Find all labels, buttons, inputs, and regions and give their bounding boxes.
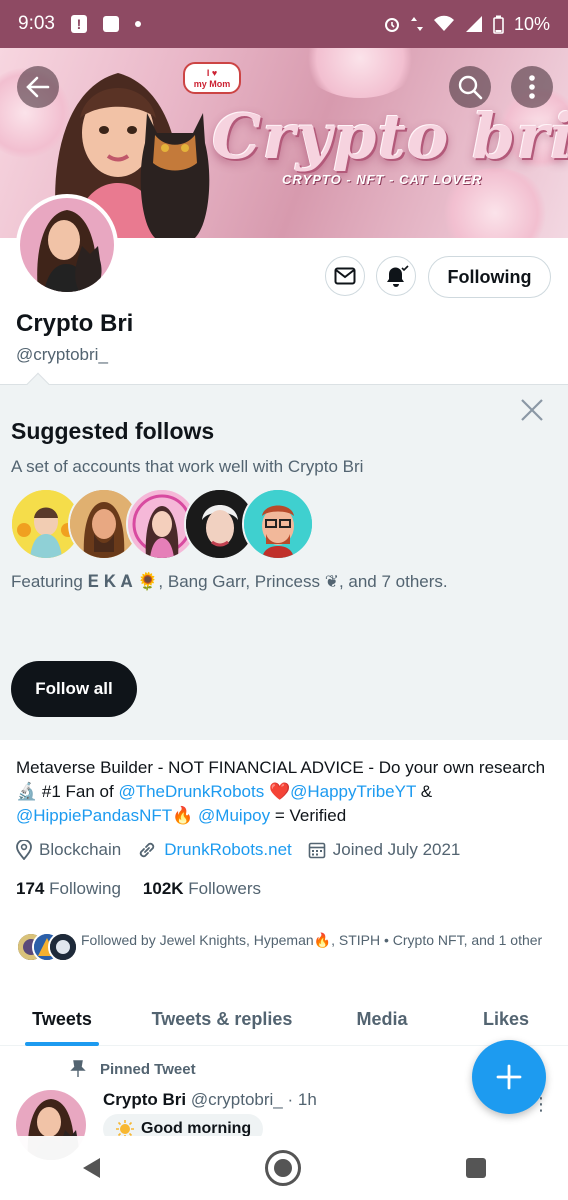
- suggested-avatars[interactable]: [10, 488, 314, 560]
- location-text: Blockchain: [39, 840, 122, 859]
- more-vertical-icon: [529, 75, 535, 99]
- calendar-icon: [308, 842, 326, 859]
- dot-icon: [134, 21, 141, 27]
- signal-icon: [465, 16, 482, 32]
- profile-bio: Metaverse Builder - NOT FINANCIAL ADVICE…: [16, 756, 552, 828]
- location-pin-icon: [16, 840, 32, 860]
- avatar-image: [20, 198, 114, 292]
- status-bar: 9:03 ! 10%: [0, 0, 568, 48]
- bio-mention[interactable]: @HappyTribeYT: [290, 782, 416, 801]
- bio-text: 🔥: [172, 806, 199, 825]
- link-icon: [140, 842, 155, 858]
- suggested-featuring: Featuring 𝐄 𝐊 𝐀 🌻, Bang Garr, Princess ❦…: [11, 572, 448, 591]
- tweet-handle-time: @cryptobri_ · 1h: [190, 1090, 317, 1109]
- profile-tabs: Tweets Tweets & replies Media Likes: [0, 992, 568, 1046]
- close-icon[interactable]: [518, 396, 546, 424]
- nav-home-icon[interactable]: [264, 1150, 301, 1186]
- followed-by-text: Followed by Jewel Knights, Hypeman🔥, STI…: [81, 932, 543, 948]
- follow-counts: 174 Following 102K Followers: [16, 879, 261, 899]
- bio-mention[interactable]: @HippiePandasNFT: [16, 806, 172, 825]
- arrow-left-icon: [26, 76, 50, 98]
- website-item[interactable]: DrunkRobots.net: [137, 840, 292, 860]
- bio-text: = Verified: [270, 806, 347, 825]
- alert-icon: !: [70, 15, 87, 33]
- suggested-description: A set of accounts that work well with Cr…: [11, 457, 364, 476]
- notifications-button[interactable]: [376, 256, 416, 296]
- bio-mention[interactable]: @Muipoy: [198, 806, 270, 825]
- nav-recents-icon[interactable]: [465, 1158, 486, 1178]
- followed-by-avatars: [16, 932, 78, 966]
- profile-handle: @cryptobri_: [16, 345, 108, 364]
- tab-tweets-replies[interactable]: Tweets & replies: [124, 992, 320, 1046]
- followed-by-row[interactable]: Followed by Jewel Knights, Hypeman🔥, STI…: [16, 930, 552, 966]
- data-arrows-icon: [410, 17, 423, 31]
- search-icon: [458, 75, 483, 100]
- profile-avatar[interactable]: [16, 194, 118, 296]
- joined-text: Joined July 2021: [332, 840, 461, 859]
- followers-count[interactable]: 102K Followers: [143, 879, 261, 899]
- profile-meta: Blockchain DrunkRobots.net Joined July 2…: [16, 840, 476, 860]
- suggested-title: Suggested follows: [11, 418, 215, 444]
- image-icon: [102, 16, 119, 32]
- bell-check-icon: [387, 265, 409, 287]
- tab-likes[interactable]: Likes: [444, 992, 568, 1046]
- joined-item: Joined July 2021: [308, 840, 461, 860]
- bio-mention[interactable]: @TheDrunkRobots: [118, 782, 264, 801]
- tab-active-indicator: [25, 1042, 99, 1046]
- bio-text: ❤️: [264, 782, 291, 801]
- website-link[interactable]: DrunkRobots.net: [164, 840, 292, 860]
- tab-tweets[interactable]: Tweets: [0, 992, 124, 1046]
- banner-subtitle: CRYPTO - NFT - CAT LOVER: [282, 172, 483, 187]
- battery-level: 10%: [513, 13, 550, 34]
- plus-icon: [496, 1064, 522, 1090]
- banner-speech-bubble: I ♥ my Mom: [183, 62, 241, 94]
- followed-by-avatar: [48, 932, 78, 962]
- status-time: 9:03: [18, 13, 55, 34]
- compose-tweet-button[interactable]: [472, 1040, 546, 1114]
- battery-icon: [493, 15, 504, 34]
- message-button[interactable]: [325, 256, 365, 296]
- mail-icon: [334, 267, 356, 285]
- following-count[interactable]: 174 Following: [16, 879, 121, 899]
- suggested-avatar[interactable]: [242, 488, 314, 560]
- tweet-author-name[interactable]: Crypto Bri: [103, 1090, 186, 1109]
- banner-cat: [140, 113, 210, 238]
- follow-all-button[interactable]: Follow all: [11, 661, 137, 717]
- following-button[interactable]: Following: [428, 256, 551, 298]
- tab-media[interactable]: Media: [320, 992, 444, 1046]
- bio-text: &: [416, 782, 433, 801]
- system-nav-bar: [0, 1136, 568, 1200]
- more-button[interactable]: [511, 66, 553, 108]
- profile-display-name: Crypto Bri: [16, 310, 134, 337]
- nav-back-icon[interactable]: [82, 1158, 100, 1178]
- banner-title: Crypto bri: [212, 100, 568, 173]
- back-button[interactable]: [17, 66, 59, 108]
- pin-icon: [70, 1060, 86, 1077]
- tweet-header: Crypto Bri @cryptobri_ · 1h: [103, 1090, 317, 1110]
- search-button[interactable]: [449, 66, 491, 108]
- pinned-tweet-label: Pinned Tweet: [70, 1060, 196, 1078]
- wifi-icon: [433, 15, 454, 31]
- location-item: Blockchain: [16, 840, 121, 860]
- alarm-icon: [384, 18, 399, 32]
